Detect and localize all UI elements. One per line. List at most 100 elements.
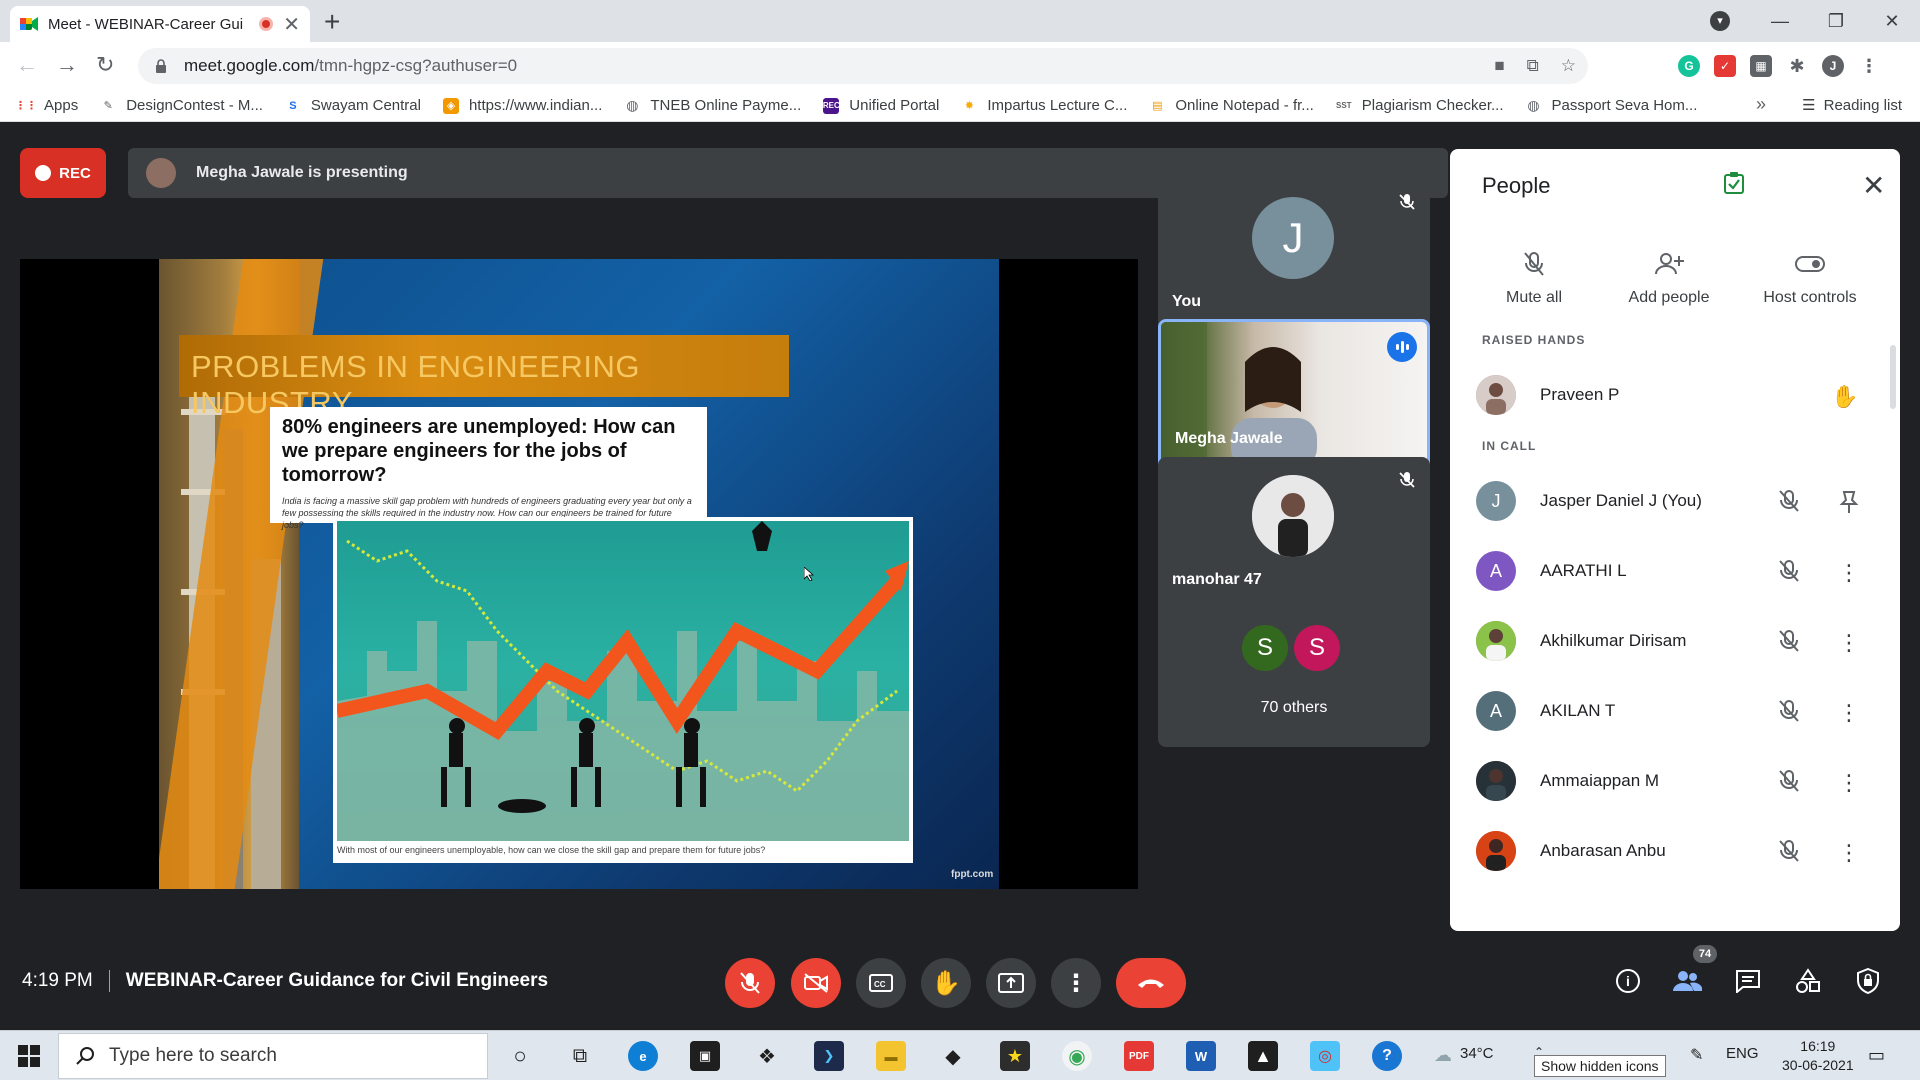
mic-off-icon[interactable]: [1778, 490, 1800, 512]
more-options-icon[interactable]: ⋮: [1838, 840, 1860, 865]
windows-start-icon[interactable]: [18, 1045, 40, 1067]
more-options-icon[interactable]: ⋮: [1838, 770, 1860, 795]
raised-hand-row[interactable]: Praveen P ✋: [1450, 367, 1900, 423]
pin-icon[interactable]: [1838, 490, 1860, 513]
leave-call-button[interactable]: [1116, 958, 1186, 1008]
reload-icon[interactable]: ↻: [96, 52, 114, 78]
bookmark-online-notepad[interactable]: ▤ Online Notepad - fr...: [1149, 97, 1314, 114]
code-editor-icon[interactable]: ❯: [814, 1041, 844, 1071]
raised-hand-icon[interactable]: ✋: [1831, 384, 1858, 409]
participant-tile-megha[interactable]: Megha Jawale: [1158, 319, 1430, 471]
attendance-check-icon[interactable]: [1722, 171, 1746, 195]
host-controls-shield-button[interactable]: [1853, 966, 1883, 996]
more-bookmarks-icon[interactable]: »: [1756, 94, 1766, 115]
recording-button[interactable]: REC: [20, 148, 106, 198]
more-options-icon[interactable]: ⋮: [1838, 630, 1860, 655]
tab-search-icon[interactable]: ▾: [1710, 11, 1730, 31]
mute-all-button[interactable]: Mute all: [1450, 249, 1618, 307]
participant-row[interactable]: Anbarasan Anbu ⋮: [1450, 823, 1900, 879]
captions-button[interactable]: CC: [856, 958, 906, 1008]
participant-row[interactable]: Akhilkumar Dirisam ⋮: [1450, 613, 1900, 669]
chrome-menu-icon[interactable]: ⋮: [1858, 55, 1880, 77]
more-options-icon[interactable]: ⋮: [1838, 560, 1860, 585]
movie-star-icon[interactable]: ★: [1000, 1041, 1030, 1071]
address-bar[interactable]: meet.google.com/tmn-hgpz-csg?authuser=0 …: [138, 48, 1588, 84]
extensions-puzzle-icon[interactable]: ✱: [1786, 55, 1808, 77]
camera-toggle-button[interactable]: [791, 958, 841, 1008]
extension-grid-icon[interactable]: ▦: [1750, 55, 1772, 77]
camera-in-use-icon[interactable]: ■: [1494, 56, 1504, 76]
forward-icon[interactable]: →: [56, 52, 78, 78]
microphone-toggle-button[interactable]: [725, 958, 775, 1008]
bookmark-unified-portal[interactable]: REC Unified Portal: [823, 97, 939, 114]
bookmark-swayam[interactable]: S Swayam Central: [285, 97, 421, 114]
bookmark-apps[interactable]: ⋮⋮ Apps: [15, 97, 78, 114]
chat-button[interactable]: [1733, 966, 1763, 996]
edge-browser-icon[interactable]: e: [628, 1041, 658, 1071]
microsoft-store-icon[interactable]: ▣: [690, 1041, 720, 1071]
participant-row[interactable]: A AKILAN T ⋮: [1450, 683, 1900, 739]
participant-count-badge: 74: [1693, 945, 1717, 963]
more-options-icon[interactable]: ⋮: [1838, 700, 1860, 725]
extension-red-icon[interactable]: ✓: [1714, 55, 1736, 77]
taskbar-search-box[interactable]: Type here to search: [58, 1033, 488, 1079]
participant-tile-manohar[interactable]: manohar 47: [1158, 457, 1430, 609]
people-button[interactable]: [1672, 966, 1702, 996]
bookmark-designcontest[interactable]: ✎ DesignContest - M...: [100, 97, 263, 114]
mic-off-icon[interactable]: [1778, 700, 1800, 722]
close-window-icon[interactable]: ✕: [1864, 11, 1920, 32]
activities-button[interactable]: [1793, 966, 1823, 996]
participant-row[interactable]: Ammaiappan M ⋮: [1450, 753, 1900, 809]
system-clock[interactable]: 16:19 30-06-2021: [1782, 1037, 1854, 1075]
bookmark-impartus[interactable]: ✸ Impartus Lecture C...: [961, 97, 1128, 114]
mic-off-icon[interactable]: [1778, 630, 1800, 652]
profile-avatar[interactable]: J: [1822, 55, 1844, 77]
participant-row[interactable]: J Jasper Daniel J (You): [1450, 473, 1900, 529]
language-indicator[interactable]: ENG: [1726, 1045, 1759, 1062]
task-view-icon[interactable]: ⧉: [565, 1041, 595, 1071]
word-icon[interactable]: W: [1186, 1041, 1216, 1071]
participant-name: AARATHI L: [1540, 561, 1627, 580]
help-icon[interactable]: ?: [1372, 1041, 1402, 1071]
mic-off-icon[interactable]: [1778, 840, 1800, 862]
participant-tile-others[interactable]: S S 70 others: [1158, 595, 1430, 747]
participant-row[interactable]: A AARATHI L ⋮: [1450, 543, 1900, 599]
grammarly-extension-icon[interactable]: G: [1678, 55, 1700, 77]
eraser-app-icon[interactable]: ◆: [938, 1041, 968, 1071]
chrome-browser-icon[interactable]: ◉: [1062, 1041, 1092, 1071]
bookmark-star-icon[interactable]: ☆: [1561, 56, 1576, 76]
back-icon[interactable]: ←: [16, 52, 38, 78]
weather-temp[interactable]: 34°C: [1460, 1045, 1494, 1062]
raise-hand-button[interactable]: ✋: [921, 958, 971, 1008]
more-options-button[interactable]: ⋮: [1051, 958, 1101, 1008]
restore-window-icon[interactable]: ❐: [1808, 11, 1864, 32]
new-tab-button[interactable]: +: [324, 6, 340, 38]
pen-icon[interactable]: ✎: [1690, 1045, 1703, 1065]
participant-tile-you[interactable]: J You: [1158, 179, 1430, 331]
present-now-button[interactable]: [986, 958, 1036, 1008]
bookmark-plagiarism[interactable]: SST Plagiarism Checker...: [1336, 97, 1504, 114]
close-tab-icon[interactable]: ✕: [283, 12, 300, 37]
browser-tab-meet[interactable]: Meet - WEBINAR-Career Gui ✕: [10, 6, 310, 42]
add-people-button[interactable]: Add people: [1618, 249, 1720, 307]
open-in-app-icon[interactable]: ⧉: [1527, 56, 1539, 76]
cortana-icon[interactable]: ○: [505, 1041, 535, 1071]
reading-list-button[interactable]: ☰ Reading list: [1802, 96, 1902, 115]
dropbox-icon[interactable]: ❖: [752, 1041, 782, 1071]
photos-icon[interactable]: ▲: [1248, 1041, 1278, 1071]
bookmark-passport-seva[interactable]: ◍ Passport Seva Hom...: [1526, 97, 1697, 114]
close-panel-icon[interactable]: ✕: [1862, 169, 1885, 202]
mic-off-icon[interactable]: [1778, 770, 1800, 792]
host-controls-button[interactable]: Host controls: [1720, 249, 1900, 307]
bookmark-tneb[interactable]: ◍ TNEB Online Payme...: [624, 97, 801, 114]
people-scrollbar[interactable]: [1890, 345, 1896, 409]
pdf-reader-icon[interactable]: PDF: [1124, 1041, 1154, 1071]
bookmark-indian[interactable]: ◈ https://www.indian...: [442, 97, 602, 114]
mic-off-icon[interactable]: [1778, 560, 1800, 582]
screen-recorder-icon[interactable]: ◎: [1310, 1041, 1340, 1071]
meeting-details-button[interactable]: i: [1613, 966, 1643, 996]
notifications-icon[interactable]: ▭: [1868, 1045, 1885, 1066]
minimize-window-icon[interactable]: —: [1752, 11, 1808, 32]
weather-cloud-icon[interactable]: ☁: [1434, 1045, 1452, 1066]
file-explorer-icon[interactable]: ▬: [876, 1041, 906, 1071]
